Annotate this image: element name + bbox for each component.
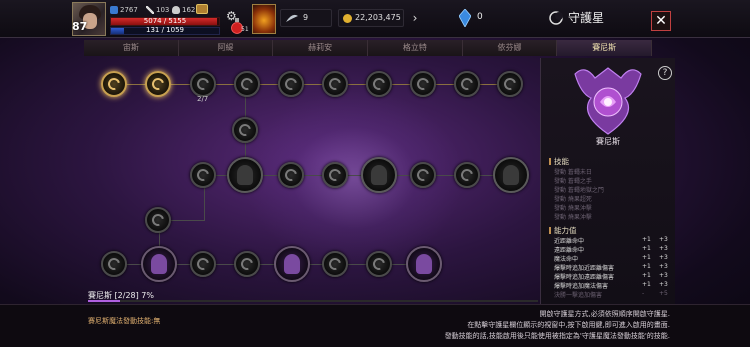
stat-row: 近距離命中 +1 +3 bbox=[554, 236, 668, 245]
star-node[interactable] bbox=[190, 71, 216, 97]
skill-item: 發動 蒼蠅之手 bbox=[554, 178, 592, 185]
player-level: 87 bbox=[72, 20, 88, 33]
star-node[interactable] bbox=[454, 162, 480, 188]
tab-zeus[interactable]: 宙斯 bbox=[84, 40, 179, 56]
more-resources-button[interactable]: › bbox=[407, 9, 423, 27]
star-node-major[interactable] bbox=[493, 157, 529, 193]
star-node-major[interactable] bbox=[406, 246, 442, 282]
stat-skull: 162 bbox=[172, 6, 195, 14]
star-node[interactable] bbox=[190, 251, 216, 277]
stats-title: 能力值 bbox=[549, 225, 577, 236]
shield-icon bbox=[110, 6, 118, 14]
star-node[interactable] bbox=[101, 251, 127, 277]
star-node[interactable] bbox=[322, 162, 348, 188]
skill-item: 發動 蒼蠅未日 bbox=[554, 169, 592, 176]
instruction-line: 開啟守護星方式,必須依照順序開啟守護星. bbox=[539, 310, 670, 318]
skills-title: 技能 bbox=[549, 156, 569, 167]
stat-row: 遠距離命中 +1 +3 bbox=[554, 245, 668, 254]
stat-row: 爆擊時追加近距離傷害 +1 +3 bbox=[554, 263, 668, 272]
bottom-info-bar: 賽尼斯魔法發動技能:無 開啟守護星方式,必須依照順序開啟守護星. 在點擊守護星欄… bbox=[0, 304, 750, 347]
guardian-star-icon bbox=[549, 11, 563, 25]
stat-attack: 2767 bbox=[110, 6, 138, 14]
stat-weapon: 103 bbox=[146, 6, 169, 14]
magic-skill-note: 賽尼斯魔法發動技能:無 bbox=[88, 317, 161, 325]
skill-item: 發動 燒果沖擊 bbox=[554, 214, 592, 221]
star-node[interactable] bbox=[190, 162, 216, 188]
guardian-info-panel: ? 賽尼斯 技能 發動 蒼蠅未日 發動 蒼蠅之手 發動 蒼蠅地獄之門 發動 燒果… bbox=[540, 58, 675, 304]
rose-emblem-icon bbox=[574, 67, 642, 135]
stat-row: 魔法命中 +1 +3 bbox=[554, 254, 668, 263]
gold-coin-icon bbox=[343, 14, 352, 23]
star-node[interactable] bbox=[234, 251, 260, 277]
help-icon[interactable]: ? bbox=[658, 66, 672, 80]
star-node-active[interactable] bbox=[101, 71, 127, 97]
star-node[interactable] bbox=[232, 117, 258, 143]
star-node[interactable] bbox=[278, 71, 304, 97]
tab-4[interactable]: 格立特 bbox=[368, 40, 463, 56]
feather-count: 9 bbox=[303, 13, 309, 22]
star-node-major[interactable] bbox=[227, 157, 263, 193]
chest-icon[interactable] bbox=[196, 4, 208, 14]
skull-icon bbox=[172, 6, 180, 14]
star-node-major[interactable] bbox=[274, 246, 310, 282]
tab-sainis[interactable]: 賽尼斯 bbox=[557, 40, 653, 56]
star-node[interactable] bbox=[410, 162, 436, 188]
node-progress: 2/7 bbox=[197, 95, 209, 103]
page-title: 守護星 bbox=[568, 11, 605, 25]
star-node[interactable] bbox=[454, 71, 480, 97]
link-line bbox=[114, 84, 510, 85]
gold-resource: 22,203,475 bbox=[338, 9, 404, 27]
crystal-icon bbox=[459, 9, 471, 27]
fire-skill-slot[interactable] bbox=[252, 4, 276, 34]
star-node[interactable] bbox=[410, 71, 436, 97]
star-node-major[interactable] bbox=[361, 157, 397, 193]
star-node[interactable] bbox=[234, 71, 260, 97]
tab-5[interactable]: 依芬娜 bbox=[462, 40, 558, 56]
guardian-name: 賽尼斯 bbox=[596, 137, 620, 146]
skill-item: 發動 燒果超死 bbox=[554, 196, 592, 203]
star-node-active[interactable] bbox=[145, 71, 171, 97]
instructions: 開啟守護星方式,必須依照順序開啟守護星. 在點擊守護星欄位顯示的視窗中,按下啟用… bbox=[445, 309, 670, 342]
star-node[interactable] bbox=[145, 207, 171, 233]
tab-2[interactable]: 阿緹 bbox=[178, 40, 274, 56]
close-button[interactable]: ✕ bbox=[651, 11, 671, 31]
star-node-major[interactable] bbox=[141, 246, 177, 282]
star-node[interactable] bbox=[366, 71, 392, 97]
skill-item: 發動 蒼蠅地獄之門 bbox=[554, 187, 604, 194]
stat-row: 決勝一擊追加傷害 - +5 bbox=[554, 290, 668, 299]
star-node[interactable] bbox=[497, 71, 523, 97]
star-node[interactable] bbox=[366, 251, 392, 277]
hp-text: 5074 / 5155 bbox=[143, 17, 187, 25]
guardian-tabs: 宙斯 阿緹 赫莉安 格立特 依芬娜 賽尼斯 bbox=[84, 40, 653, 56]
top-status-bar: 87 2767 103 162 5074 / 5155 131 / 1059 ⚙… bbox=[0, 0, 750, 38]
stat-row: 爆擊時追加遠距離傷害 +1 +3 bbox=[554, 272, 668, 281]
instruction-line: 在點擊守護星欄位顯示的視窗中,按下啟用鍵,即可進入啟用的畫面. bbox=[467, 321, 670, 329]
gold-count: 22,203,475 bbox=[355, 13, 401, 22]
star-node[interactable] bbox=[322, 71, 348, 97]
crystal-count: 0 bbox=[477, 12, 483, 22]
mp-text: 131 / 1059 bbox=[146, 26, 184, 34]
potion-count: 51 bbox=[241, 26, 249, 33]
skill-item: 發動 燒果沖擊 bbox=[554, 205, 592, 212]
mp-bar: 131 / 1059 bbox=[110, 26, 220, 35]
hp-bar: 5074 / 5155 bbox=[110, 17, 220, 26]
star-node[interactable] bbox=[322, 251, 348, 277]
tab-3[interactable]: 赫莉安 bbox=[273, 40, 369, 56]
sword-icon bbox=[146, 6, 154, 14]
feather-icon bbox=[286, 14, 298, 22]
feather-resource: 9 bbox=[280, 9, 332, 27]
stat-row: 爆擊時追加魔法傷害 +1 +3 bbox=[554, 281, 668, 290]
guardian-star-screen: 87 2767 103 162 5074 / 5155 131 / 1059 ⚙… bbox=[0, 0, 750, 347]
star-node[interactable] bbox=[278, 162, 304, 188]
instruction-line: 發動技能的話,技能啟用後只能使用被指定為'守護星魔法發動技能'的技能. bbox=[444, 332, 670, 340]
board-progress-bar bbox=[88, 300, 538, 302]
guardian-star-board: 2/7 bbox=[84, 58, 538, 292]
